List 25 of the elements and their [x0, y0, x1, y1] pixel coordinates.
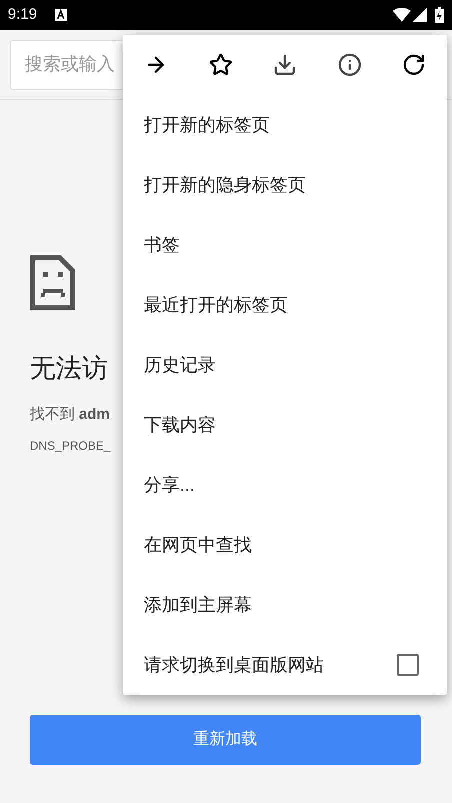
- error-message: 找不到 adm: [30, 405, 110, 425]
- reload-button[interactable]: 重新加载: [30, 715, 421, 765]
- refresh-icon[interactable]: [401, 52, 427, 78]
- wifi-icon: [393, 8, 411, 22]
- sad-page-icon: [30, 255, 76, 311]
- menu-item[interactable]: 打开新的隐身标签页: [123, 155, 447, 215]
- download-icon[interactable]: [272, 52, 298, 78]
- error-title: 无法访: [30, 352, 108, 385]
- menu-item[interactable]: 请求切换到桌面版网站: [123, 635, 447, 695]
- notification-icon: [55, 9, 68, 21]
- info-icon[interactable]: [336, 52, 362, 78]
- menu-item[interactable]: 下载内容: [123, 395, 447, 455]
- error-code: DNS_PROBE_: [30, 438, 111, 454]
- checkbox[interactable]: [397, 654, 419, 676]
- menu-item[interactable]: 书签: [123, 215, 447, 275]
- menu-item[interactable]: 在网页中查找: [123, 515, 447, 575]
- battery-icon: [435, 7, 444, 23]
- menu-item[interactable]: 打开新的标签页: [123, 95, 447, 155]
- signal-icon: [413, 8, 427, 22]
- menu-item[interactable]: 历史记录: [123, 335, 447, 395]
- star-icon[interactable]: [208, 52, 234, 78]
- menu-item[interactable]: 添加到主屏幕: [123, 575, 447, 635]
- menu-item[interactable]: 分享...: [123, 455, 447, 515]
- status-time: 9:19: [8, 4, 38, 25]
- menu-item[interactable]: 最近打开的标签页: [123, 275, 447, 335]
